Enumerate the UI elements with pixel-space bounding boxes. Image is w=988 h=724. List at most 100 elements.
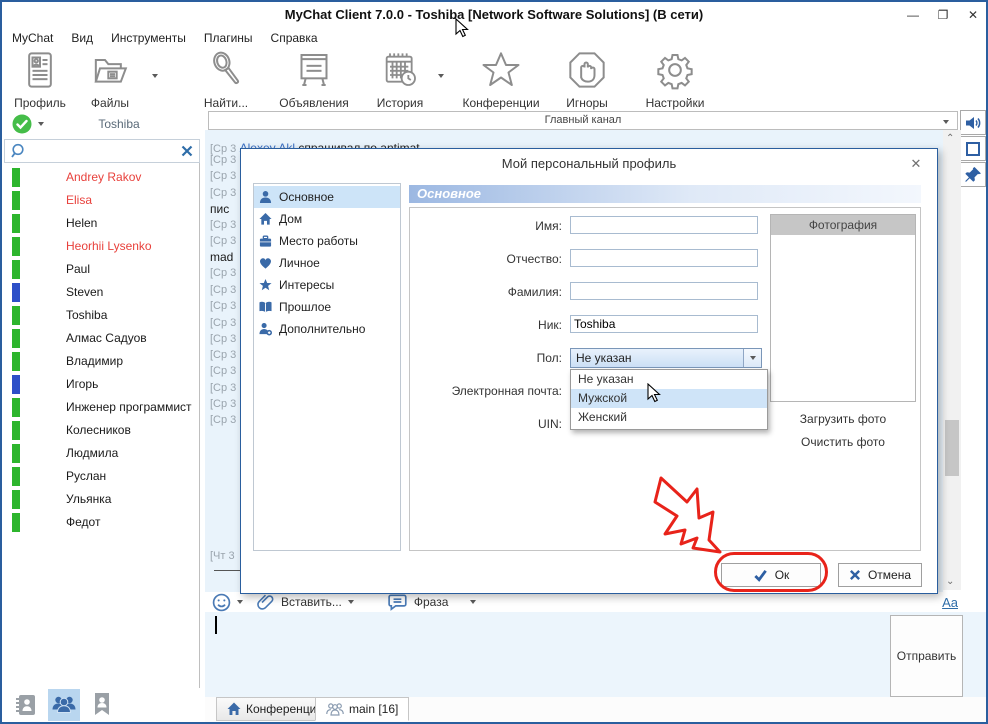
gender-combobox[interactable]: Не указан [570, 348, 762, 368]
contact-row[interactable]: Elisa [4, 189, 199, 212]
contact-list: Andrey Rakov Elisa Helen Heorhii Lysenko… [4, 163, 200, 688]
current-user-name: Toshiba [34, 110, 204, 138]
contact-row[interactable]: Paul [4, 258, 199, 281]
chat-scrollbar[interactable]: ⌃ ⌄ [943, 130, 961, 590]
menu-item-view[interactable]: Вид [71, 31, 93, 45]
status-bar [12, 513, 20, 532]
toolbar-button-files[interactable]: Файлы [78, 50, 142, 108]
minimize-button[interactable]: — [902, 6, 924, 24]
channel-dropdown-caret [943, 120, 949, 124]
chevron-down-icon [750, 356, 756, 360]
chat-log-fragment: [Ср 3 [210, 382, 236, 394]
nav-item-additional[interactable]: Дополнительно [254, 318, 400, 340]
status-bar [12, 329, 20, 348]
sidebar-mode-icons [4, 688, 206, 722]
send-button[interactable]: Отправить [890, 615, 963, 697]
load-photo-link[interactable]: Загрузить фото [770, 412, 916, 426]
contact-row[interactable]: Helen [4, 212, 199, 235]
chat-log-fragment: [Ср 3 [210, 365, 236, 377]
sound-toggle-button[interactable] [960, 110, 986, 135]
insert-button[interactable]: Вставить... [281, 595, 342, 609]
nav-item-work[interactable]: Место работы [254, 230, 400, 252]
phrase-button[interactable]: Фраза [414, 595, 449, 609]
menu-item-mychat[interactable]: MyChat [12, 31, 53, 45]
contact-row[interactable]: Ульянка [4, 488, 199, 511]
contact-row[interactable]: Руслан [4, 465, 199, 488]
address-book-icon[interactable] [10, 689, 42, 721]
cancel-button[interactable]: Отмена [838, 563, 922, 587]
toolbar-button-conferences[interactable]: Конференции [458, 50, 544, 108]
clear-search-icon[interactable] [181, 145, 193, 157]
contact-row[interactable]: Людмила [4, 442, 199, 465]
nav-label: Дополнительно [279, 322, 365, 336]
status-bar [12, 191, 20, 210]
contacts-group-icon[interactable] [48, 689, 80, 721]
contact-row[interactable]: Федот [4, 511, 199, 534]
contact-row[interactable]: Toshiba [4, 304, 199, 327]
name-field[interactable] [570, 216, 758, 234]
files-dropdown-caret[interactable] [152, 74, 158, 78]
gender-option[interactable]: Женский [571, 408, 767, 427]
toolbar-button-ignores[interactable]: Игноры [556, 50, 618, 108]
chat-log-fragment: [Ср 3 [210, 219, 236, 231]
toolbar-label: Найти... [194, 96, 258, 110]
scrollbar-thumb[interactable] [945, 420, 959, 476]
gender-option-highlighted[interactable]: Мужской [571, 389, 767, 408]
scroll-up-icon[interactable]: ⌃ [946, 133, 954, 144]
status-bar [12, 237, 20, 256]
contact-row[interactable]: Steven [4, 281, 199, 304]
gender-dropdown-button[interactable] [743, 349, 761, 367]
toolbar-button-history[interactable]: История [370, 50, 430, 108]
badge-user-icon[interactable] [86, 689, 118, 721]
insert-dropdown-caret[interactable] [348, 600, 354, 604]
nick-field[interactable] [570, 315, 758, 333]
toolbar-button-settings[interactable]: Настройки [638, 50, 712, 108]
tab-main-channel[interactable]: main [16] [315, 697, 409, 721]
middlename-field[interactable] [570, 249, 758, 267]
maximize-button[interactable]: ❐ [932, 6, 954, 24]
nav-item-general[interactable]: Основное [254, 186, 400, 208]
channel-selector[interactable]: Главный канал [208, 111, 958, 130]
status-bar [12, 214, 20, 233]
contact-name: Toshiba [66, 304, 107, 327]
menu-item-plugins[interactable]: Плагины [204, 31, 253, 45]
smiley-dropdown-caret[interactable] [237, 600, 243, 604]
nav-item-past[interactable]: Прошлое [254, 296, 400, 318]
gender-option[interactable]: Не указан [571, 370, 767, 389]
status-online-icon[interactable] [12, 114, 32, 134]
contact-row[interactable]: Владимир [4, 350, 199, 373]
middlename-label: Отчество: [410, 252, 562, 266]
nav-item-home[interactable]: Дом [254, 208, 400, 230]
surname-label: Фамилия: [410, 285, 562, 299]
font-button[interactable]: Aa [942, 595, 958, 610]
pin-button[interactable] [960, 162, 986, 187]
profile-sections-nav: Основное Дом Место работы Личное Интерес… [253, 183, 401, 551]
toolbar-button-find[interactable]: Найти... [194, 50, 258, 108]
surname-field[interactable] [570, 282, 758, 300]
contact-row[interactable]: Heorhii Lysenko [4, 235, 199, 258]
contact-row[interactable]: Инженер программист [4, 396, 199, 419]
contact-row[interactable]: Алмас Садуов [4, 327, 199, 350]
menu-item-help[interactable]: Справка [271, 31, 318, 45]
nick-label: Ник: [410, 318, 562, 332]
smiley-icon[interactable] [212, 593, 231, 612]
dialog-close-icon[interactable]: ✕ [907, 155, 925, 173]
window-mode-button[interactable] [960, 136, 986, 161]
toolbar-button-announcements[interactable]: Объявления [274, 50, 354, 108]
close-button[interactable]: ✕ [962, 6, 984, 24]
clear-photo-link[interactable]: Очистить фото [770, 435, 916, 449]
toolbar-button-profile[interactable]: Профиль [10, 50, 70, 108]
nav-item-personal[interactable]: Личное [254, 252, 400, 274]
message-input[interactable]: Отправить [205, 612, 986, 697]
gender-value: Не указан [571, 349, 761, 367]
nav-item-interests[interactable]: Интересы [254, 274, 400, 296]
phrase-dropdown-caret[interactable] [470, 600, 476, 604]
contact-row[interactable]: Игорь [4, 373, 199, 396]
contact-search-box[interactable] [4, 139, 200, 163]
contact-row[interactable]: Andrey Rakov [4, 166, 199, 189]
menu-item-tools[interactable]: Инструменты [111, 31, 186, 45]
scroll-down-icon[interactable]: ⌄ [946, 576, 954, 587]
chat-log-fragment: [Ср 3 [210, 349, 236, 361]
history-dropdown-caret[interactable] [438, 74, 444, 78]
contact-row[interactable]: Колесников [4, 419, 199, 442]
